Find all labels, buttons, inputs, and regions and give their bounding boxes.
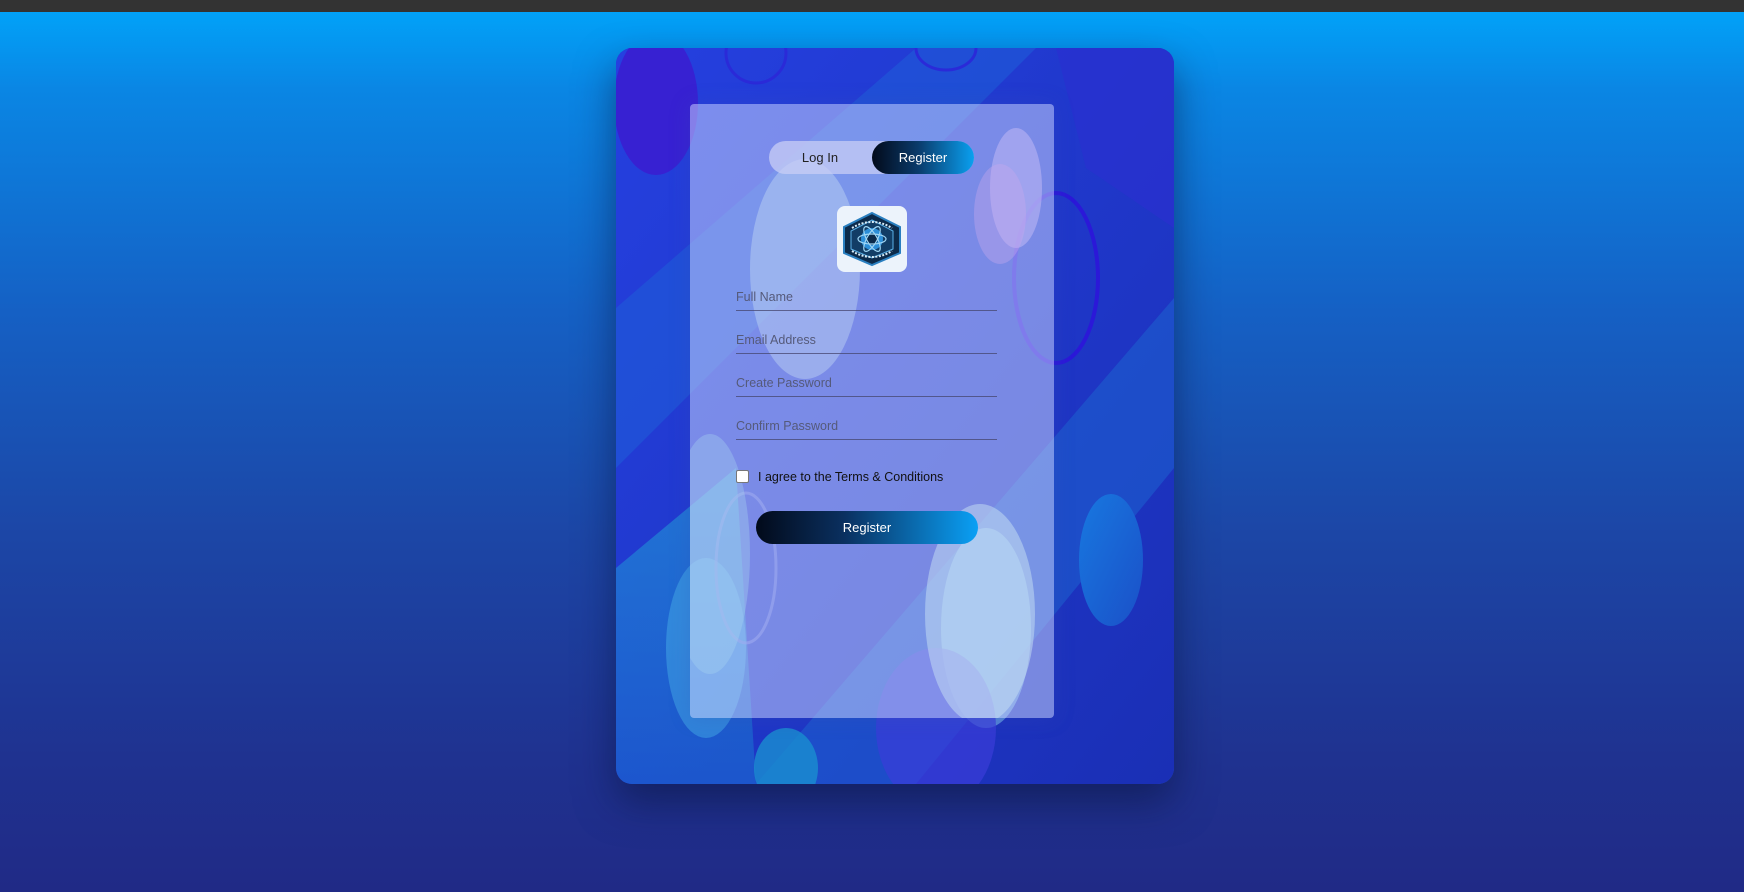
- create-password-field: [736, 370, 997, 397]
- full-name-input[interactable]: [736, 284, 997, 310]
- tab-login[interactable]: Log In: [769, 141, 871, 174]
- terms-checkbox[interactable]: [736, 469, 749, 483]
- confirm-password-input[interactable]: [736, 413, 997, 439]
- full-name-field: [736, 284, 997, 311]
- register-form-panel: Log In Register Full Name Email Address …: [690, 104, 1054, 718]
- club-logo: [837, 206, 907, 272]
- auth-card: Log In Register Full Name Email Address …: [616, 48, 1174, 784]
- tab-register[interactable]: Register: [872, 141, 974, 174]
- auth-mode-toggle: Log In Register: [769, 141, 974, 174]
- email-input[interactable]: [736, 327, 997, 353]
- hexagon-emblem-icon: [843, 211, 901, 267]
- register-submit-button[interactable]: Register: [756, 511, 978, 544]
- email-field: [736, 327, 997, 354]
- terms-row: I agree to the Terms & Conditions: [736, 469, 944, 484]
- terms-label: I agree to the Terms & Conditions: [758, 470, 944, 484]
- confirm-password-field: [736, 413, 997, 440]
- create-password-input[interactable]: [736, 370, 997, 396]
- browser-top-bar: [0, 0, 1744, 12]
- panel-glass-art: [690, 159, 1035, 718]
